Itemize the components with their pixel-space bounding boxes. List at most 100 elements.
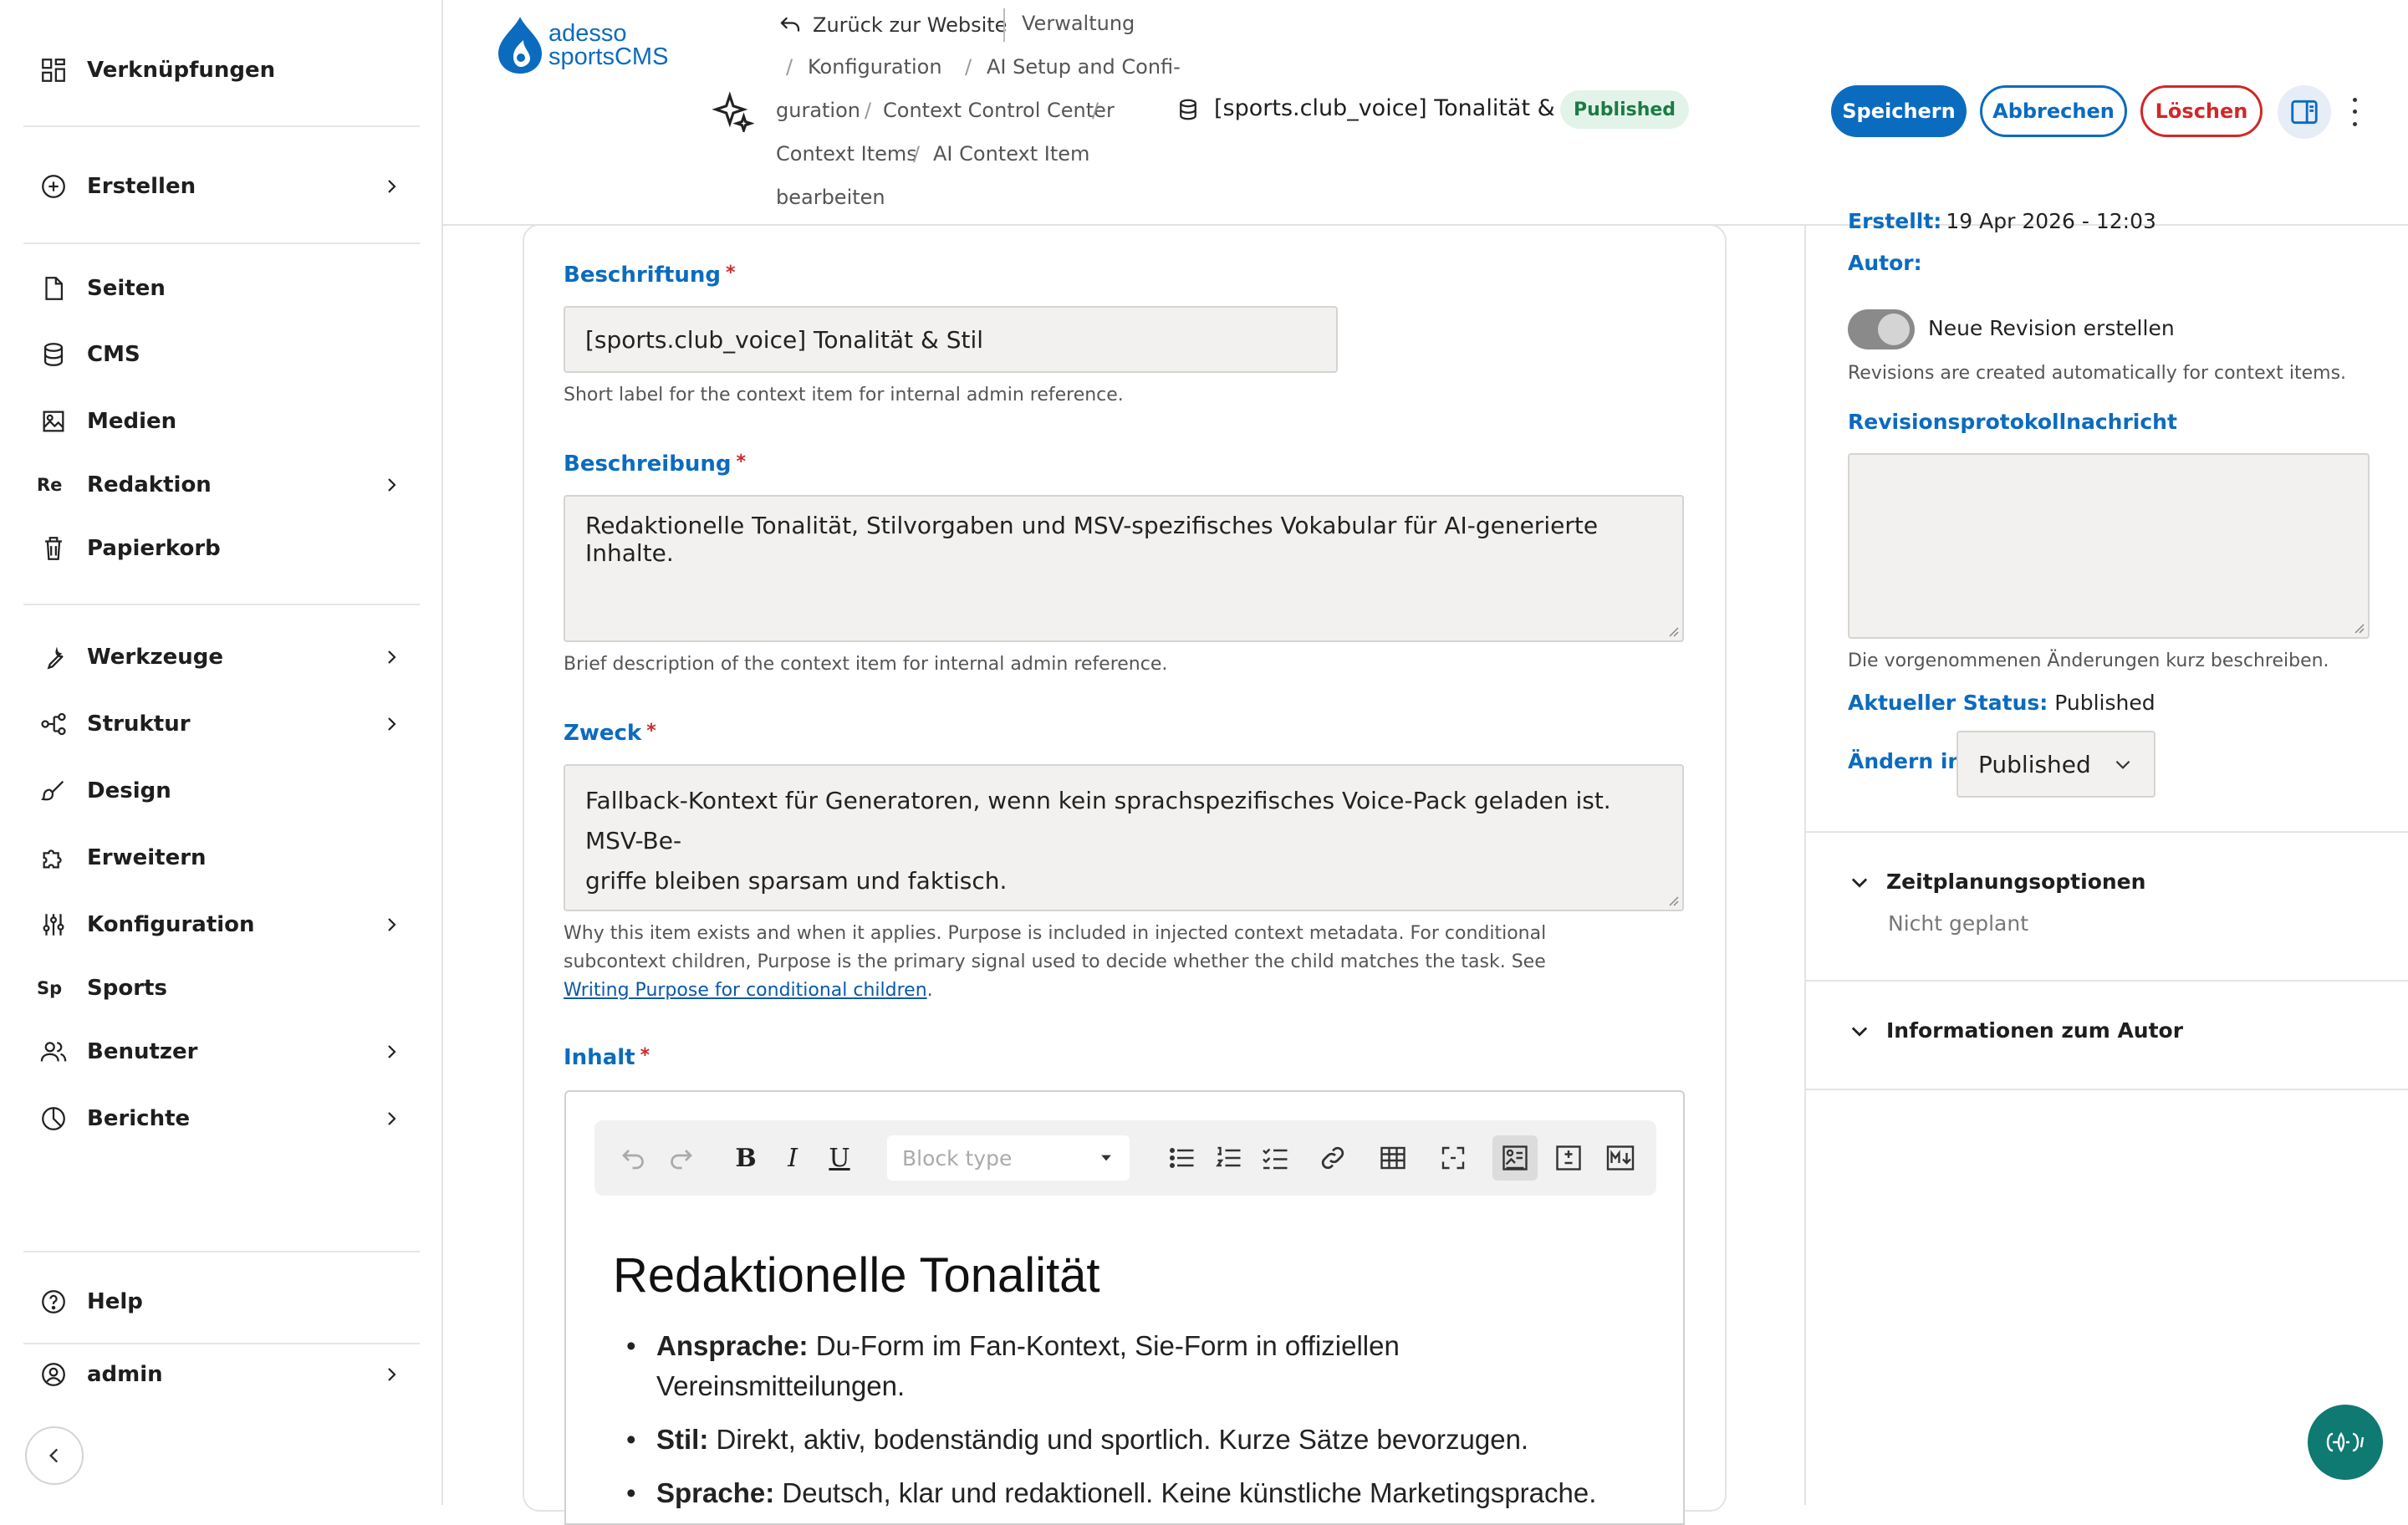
block-type-placeholder: Block type [902,1145,1013,1171]
breadcrumb-item[interactable]: Verwaltung [1022,12,1135,35]
resize-handle-icon[interactable] [1666,624,1679,637]
sidebar-item-users[interactable]: Benutzer [37,1027,405,1077]
revision-log-label: Revisionsprotokollnachricht [1848,410,2177,434]
section-divider [1806,831,2408,833]
breadcrumb-item[interactable]: Context Control Center [883,99,1115,122]
table-button[interactable] [1370,1135,1416,1181]
sidebar-item-pages[interactable]: Seiten [37,263,405,314]
sidebar-item-reports[interactable]: Berichte [37,1094,405,1144]
purpose-help-line: Writing Purpose for conditional children… [564,977,1546,1005]
sidebar-item-editorial[interactable]: Re Redaktion [37,460,405,510]
sidebar-item-help[interactable]: Help [37,1277,405,1327]
rich-text-editor[interactable]: B I U Block type Redaktionelle Tonalität… [564,1090,1685,1525]
sidebar-item-design[interactable]: Design [37,766,405,816]
sidebar-item-cms[interactable]: CMS [37,329,405,380]
sidebar-item-create[interactable]: Erstellen [37,161,405,212]
cancel-button[interactable]: Abbrechen [1980,85,2127,137]
resize-handle-icon[interactable] [2351,620,2365,634]
breadcrumb-separator: / [913,142,921,166]
source-editing-button[interactable] [1546,1135,1591,1181]
description-textarea[interactable]: Redaktionelle Tonalität, Stilvorgaben un… [564,495,1684,642]
more-options-button[interactable] [2346,94,2363,130]
sidebar-item-media[interactable]: Medien [37,396,405,446]
chevron-down-icon [1851,878,1868,888]
users-icon [37,1035,70,1069]
sidebar-item-trash[interactable]: Papierkorb [37,523,405,574]
bold-button[interactable]: B [723,1135,768,1181]
sidebar-item-label: Help [87,1289,143,1314]
sidebar-divider [23,1251,420,1252]
list-item-text: Direkt, aktiv, bodenständig und sportlic… [708,1424,1529,1455]
sidebar-divider [23,125,420,127]
redo-button[interactable] [658,1135,703,1181]
moderation-state-select[interactable]: Published [1956,731,2155,798]
sidebar-item-label: Seiten [87,276,166,301]
link-button[interactable] [1310,1135,1355,1181]
sidebar-item-extend[interactable]: Erweitern [37,833,405,883]
breadcrumb-item[interactable]: Konfiguration [808,55,942,79]
sidebar-item-config[interactable]: Konfiguration [37,900,405,950]
sidebar-divider [23,604,420,605]
sidebar-item-label: Medien [87,409,177,434]
toggle-knob [1878,314,1910,345]
sliders-icon [37,908,70,941]
numbered-list-button[interactable] [1207,1135,1252,1181]
label-text: Beschreibung [564,451,732,477]
sidebar-item-structure[interactable]: Struktur [37,699,405,749]
media-embed-icon [1502,1145,1528,1171]
fullscreen-button[interactable] [1431,1135,1476,1181]
list-item-text: Deutsch, klar und redaktionell. Keine kü… [774,1477,1597,1508]
label-text: Inhalt [564,1045,635,1070]
table-icon [1380,1146,1406,1170]
purpose-textarea[interactable]: Fallback-Kontext für Generatoren, wenn k… [564,764,1684,911]
breadcrumb-item[interactable]: AI Setup and Confi- [987,55,1181,79]
author-info-section-toggle[interactable]: Informationen zum Autor [1848,1018,2183,1043]
purpose-help-link[interactable]: Writing Purpose for conditional children [564,980,927,1001]
sidebar-item-label: Design [87,778,171,803]
brand-logo[interactable]: adesso sportsCMS [495,15,679,74]
delete-button[interactable]: Löschen [2140,85,2263,137]
media-embed-button[interactable] [1492,1135,1538,1181]
undo-button[interactable] [611,1135,656,1181]
breadcrumb-divider [1003,8,1005,42]
plus-circle-icon [37,170,70,203]
revision-log-help: Die vorgenommenen Änderungen kurz beschr… [1848,650,2329,671]
bulleted-list-button[interactable] [1160,1135,1205,1181]
sidebar-item-sports[interactable]: Sp Sports [37,963,405,1013]
breadcrumb-item[interactable]: Context Items [776,142,917,166]
italic-button[interactable]: I [770,1135,815,1181]
save-button[interactable]: Speichern [1831,85,1967,137]
label-field-label: Beschriftung * [564,263,735,288]
label-input[interactable] [564,306,1338,373]
ai-assistant-button[interactable] [2308,1405,2383,1480]
sidebar-item-shortcuts[interactable]: Verknüpfungen [37,45,405,95]
editorial-abbr-icon: Re [37,475,63,495]
purpose-field-label: Zweck * [564,721,656,746]
new-revision-toggle[interactable] [1848,309,1915,349]
toggle-sidebar-button[interactable] [2278,85,2331,139]
change-to-label: Ändern in: [1848,749,1972,773]
list-item-text: Du-Form im Fan-Kontext, Sie-Form in offi… [808,1330,1400,1361]
resize-handle-icon[interactable] [1666,893,1679,906]
collapse-sidebar-button[interactable] [25,1426,84,1485]
breadcrumb-item[interactable]: guration [776,99,860,122]
sidebar-item-label: Sports [87,976,167,1001]
block-type-dropdown[interactable]: Block type [887,1135,1130,1181]
revision-log-textarea[interactable] [1848,453,2370,639]
todo-list-button[interactable] [1253,1135,1298,1181]
chevron-right-icon [378,644,405,671]
sidebar-item-tools[interactable]: Werkzeuge [37,632,405,682]
scheduling-section-toggle[interactable]: Zeitplanungsoptionen [1848,870,2145,894]
underline-button[interactable]: U [817,1135,862,1181]
list-item: • Ansprache: Du-Form im Fan-Kontext, Sie… [618,1326,1655,1406]
database-icon [37,338,70,371]
back-to-site-link[interactable]: Zurück zur Website [778,8,1007,42]
breadcrumb-item[interactable]: AI Context Item [933,142,1089,166]
label-help: Short label for the context item for int… [564,385,1124,405]
current-status-row: Aktueller Status: Published [1848,691,2155,715]
sidebar-item-label: admin [87,1362,163,1387]
markdown-button[interactable] [1598,1135,1643,1181]
created-row: Erstellt: 19 Apr 2026 - 12:03 [1848,209,2156,236]
sidebar-item-admin[interactable]: admin [37,1349,405,1400]
label-text: Zweck [564,721,642,746]
